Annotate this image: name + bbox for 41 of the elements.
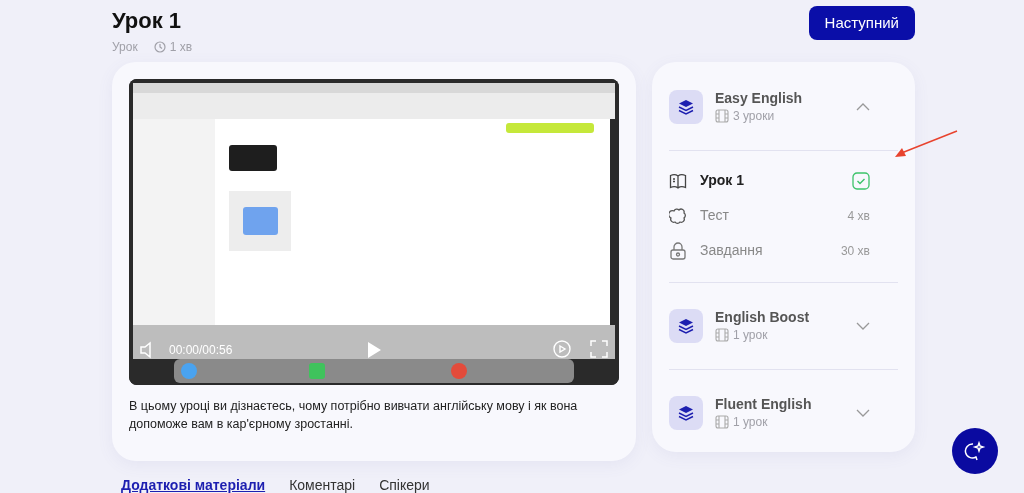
course-title: Fluent English xyxy=(715,395,813,413)
book-icon xyxy=(669,171,687,190)
lesson-type: Урок xyxy=(112,39,138,56)
layers-icon xyxy=(669,90,703,124)
chevron-down-icon[interactable] xyxy=(856,409,870,417)
assistant-button[interactable] xyxy=(952,428,998,474)
fullscreen-icon[interactable] xyxy=(590,340,608,358)
film-icon xyxy=(715,328,729,342)
chevron-down-icon[interactable] xyxy=(856,322,870,330)
lesson-title: Урок 1 xyxy=(112,8,183,34)
checkbox[interactable] xyxy=(852,171,870,190)
course-header[interactable]: English Boost 1 урок xyxy=(669,283,898,369)
annotation-arrow xyxy=(893,130,959,160)
course-header[interactable]: Fluent English 1 урок xyxy=(669,370,898,456)
tab[interactable]: Спікери xyxy=(379,477,430,493)
tab[interactable]: Коментарі xyxy=(289,477,356,493)
clock-icon xyxy=(153,41,166,53)
tab[interactable]: Додаткові матеріали xyxy=(121,477,266,493)
puzzle-icon xyxy=(669,206,687,225)
sparkle-chat-icon xyxy=(964,440,986,462)
lesson-duration: 30 хв xyxy=(840,242,870,260)
layers-icon xyxy=(669,309,703,343)
lesson-count: 1 урок xyxy=(733,327,768,344)
next-button[interactable]: Наступний xyxy=(808,6,915,40)
film-icon xyxy=(715,109,729,123)
lesson-duration: 1 хв xyxy=(169,39,193,56)
course-title: Easy English xyxy=(715,89,804,107)
course-header[interactable]: Easy English 3 уроки xyxy=(669,64,898,150)
lesson-description: В цьому уроці ви дізнаєтесь, чому потрібно вивчати англійську мову і як вона допоможе вам в кар'єрному зростанні. xyxy=(129,398,579,433)
speed-icon[interactable] xyxy=(553,340,571,358)
play-icon[interactable] xyxy=(366,341,382,359)
film-icon xyxy=(715,415,729,429)
chevron-up-icon[interactable] xyxy=(856,103,870,111)
lesson-count: 3 уроки xyxy=(733,108,775,125)
video-time: 00:00/00:56 xyxy=(169,342,233,358)
lesson-duration: 4 хв xyxy=(847,207,870,225)
layers-icon xyxy=(669,396,703,430)
lock-icon xyxy=(669,241,687,260)
course-title: English Boost xyxy=(715,308,811,326)
lesson-count: 1 урок xyxy=(733,414,768,431)
lesson-item[interactable]: Урок 1 xyxy=(700,170,852,191)
